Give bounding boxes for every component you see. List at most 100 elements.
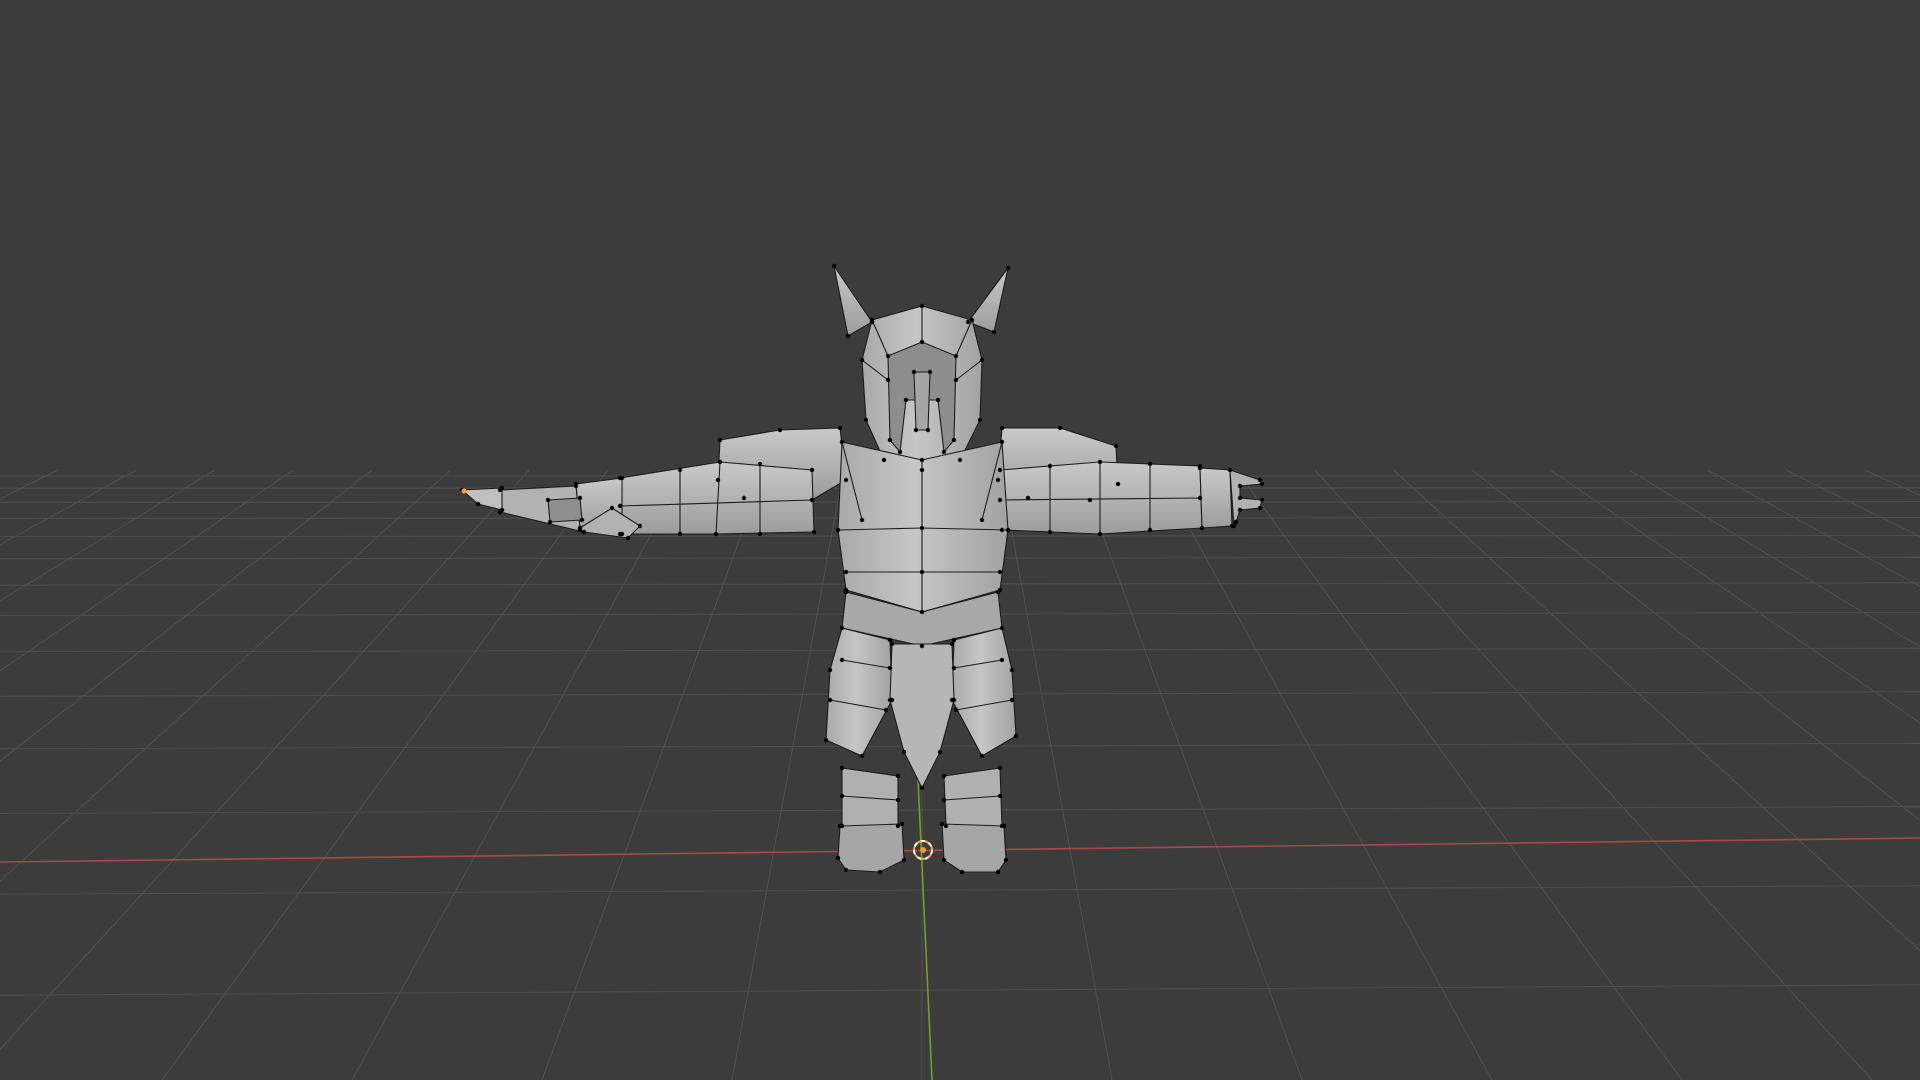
mesh-vertex[interactable] [999,439,1005,445]
mesh-vertex[interactable] [919,785,925,791]
mesh-vertex[interactable] [999,625,1005,631]
mesh-vertex[interactable] [949,641,955,647]
mesh-vertex[interactable] [843,477,849,483]
mesh-vertex[interactable] [619,531,625,537]
mesh-vertex[interactable] [1115,481,1121,487]
mesh-vertex[interactable] [919,303,925,309]
mesh-vertex[interactable] [1097,531,1103,537]
mesh-vertex[interactable] [843,867,849,873]
mesh-vertex[interactable] [901,749,907,755]
mesh-vertex[interactable] [957,457,963,463]
mesh-vertex[interactable] [953,353,959,359]
mesh-vertex[interactable] [941,449,947,455]
mesh-vertex[interactable] [863,417,869,423]
mesh-vertex[interactable] [895,823,901,829]
mesh-vertex[interactable] [1237,495,1243,501]
mesh-vertex[interactable] [919,525,925,531]
mesh-vertex[interactable] [637,523,643,529]
mesh-vertex[interactable] [1259,481,1265,487]
mesh-vertex[interactable] [859,753,865,759]
mesh-vertex[interactable] [979,357,985,363]
mesh-vertex[interactable] [1009,697,1015,703]
mesh-vertex[interactable] [809,467,815,473]
mesh-vertex[interactable] [903,397,909,403]
mesh-vertex[interactable] [845,333,851,339]
mesh-vertex[interactable] [581,529,587,535]
mesh-vertex[interactable] [823,737,829,743]
mesh-vertex[interactable] [677,531,683,537]
mesh-vertex[interactable] [827,697,833,703]
mesh-vertex[interactable] [977,417,983,423]
mesh-vertex[interactable] [943,823,949,829]
mesh-vertex[interactable] [1147,461,1153,467]
mesh-vertex[interactable] [577,495,583,501]
mesh-vertex[interactable] [499,485,505,491]
mesh-vertex[interactable] [913,427,919,433]
mesh-vertex[interactable] [997,569,1003,575]
mesh-vertex[interactable] [887,437,893,443]
mesh-vertex[interactable] [1227,467,1233,473]
selected-vertex[interactable] [461,488,467,494]
mesh-vertex[interactable] [1197,465,1203,471]
mesh-vertex[interactable] [1113,443,1119,449]
mesh-vertex[interactable] [965,319,971,325]
mesh-vertex[interactable] [877,869,883,875]
mesh-vertex[interactable] [919,457,925,463]
mesh-vertex[interactable] [1197,495,1203,501]
viewport-canvas[interactable] [0,0,1920,1080]
mesh-vertex[interactable] [777,427,783,433]
mesh-vertex[interactable] [941,797,947,803]
mesh-vertex[interactable] [1009,667,1015,673]
mesh-vertex[interactable] [577,525,583,531]
mesh-vertex[interactable] [887,637,893,643]
mesh-vertex[interactable] [1237,507,1243,513]
mesh-vertex[interactable] [859,357,865,363]
3d-viewport[interactable] [0,0,1920,1080]
mesh-vertex[interactable] [881,457,887,463]
right-horn[interactable] [967,267,1009,333]
mesh-vertex[interactable] [1057,425,1063,431]
mesh-vertex[interactable] [919,339,925,345]
mesh-vertex[interactable] [1047,529,1053,535]
mesh-vertex[interactable] [579,517,585,523]
mesh-vertex[interactable] [869,317,875,323]
mesh-vertex[interactable] [995,869,1001,875]
mesh-vertex[interactable] [919,643,925,649]
right-forearm[interactable] [1199,467,1233,529]
right-boot[interactable] [941,823,1007,873]
mesh-vertex[interactable] [1003,857,1009,863]
mesh-vertex[interactable] [953,377,959,383]
mesh-vertex[interactable] [1087,497,1093,503]
mesh-vertex[interactable] [1097,459,1103,465]
mesh-vertex[interactable] [843,589,849,595]
mesh-vertex[interactable] [827,667,833,673]
mesh-vertex[interactable] [1005,527,1011,533]
mesh-vertex[interactable] [969,317,975,323]
mesh-vertex[interactable] [927,369,933,375]
mesh-vertex[interactable] [919,609,925,615]
mesh-vertex[interactable] [499,507,505,513]
mesh-vertex[interactable] [843,569,849,575]
mesh-vertex[interactable] [941,773,947,779]
mesh-vertex[interactable] [895,773,901,779]
mesh-vertex[interactable] [839,625,845,631]
mesh-vertex[interactable] [715,477,721,483]
mesh-vertex[interactable] [1025,495,1031,501]
mesh-vertex[interactable] [835,527,841,533]
mesh-vertex[interactable] [1001,823,1007,829]
mesh-vertex[interactable] [991,329,997,335]
mesh-vertex[interactable] [619,475,625,481]
mesh-vertex[interactable] [811,529,817,535]
mesh-vertex[interactable] [717,459,723,465]
mesh-vertex[interactable] [919,569,925,575]
mesh-vertex[interactable] [713,531,719,537]
front-tabard[interactable] [889,643,955,789]
mesh-vertex[interactable] [997,765,1003,771]
mesh-vertex[interactable] [941,857,947,863]
mesh-vertex[interactable] [887,697,893,703]
mesh-vertex[interactable] [835,855,841,861]
mesh-vertex[interactable] [959,869,965,875]
mesh-vertex[interactable] [1257,477,1263,483]
mesh-vertex[interactable] [839,765,845,771]
mesh-vertex[interactable] [999,527,1005,533]
